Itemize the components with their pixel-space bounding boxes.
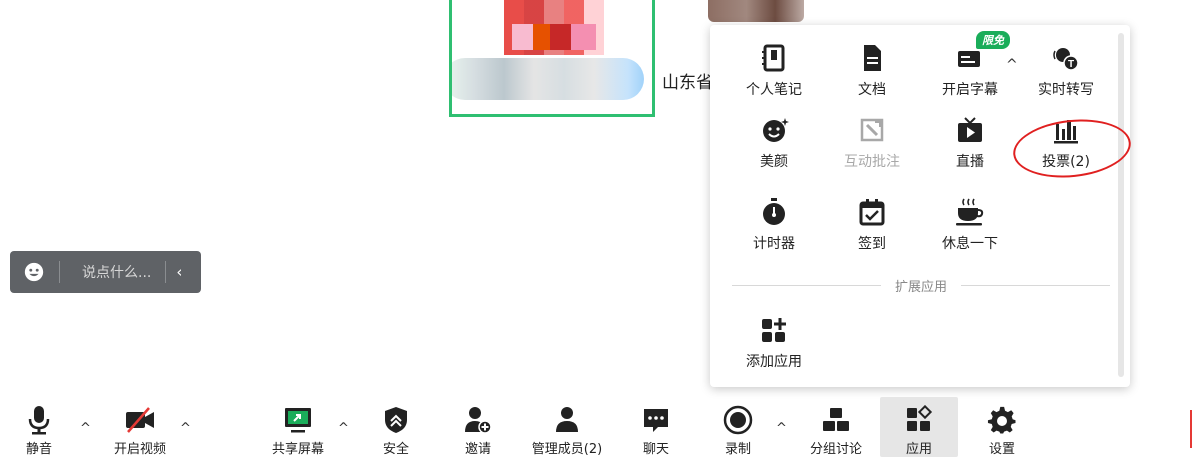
- toolbar-label: 邀请: [464, 442, 491, 457]
- apps-icon: [907, 405, 933, 431]
- add-app-icon: [762, 318, 786, 342]
- share-options-caret-icon[interactable]: ^: [338, 421, 349, 436]
- toolbar-label: 静音: [25, 442, 52, 457]
- app-captions[interactable]: 限免 开启字幕: [930, 31, 1010, 113]
- coffee-icon: [956, 198, 984, 226]
- security-button[interactable]: 安全: [372, 397, 420, 457]
- manage-members-button[interactable]: 管理成员(2): [524, 397, 610, 457]
- app-interactive-annotation: 互动批注: [832, 115, 912, 185]
- panel-scrollbar[interactable]: [1118, 33, 1124, 377]
- audio-options-caret-icon[interactable]: ^: [80, 421, 91, 436]
- microphone-icon: [28, 406, 50, 435]
- app-check-in[interactable]: 签到: [832, 197, 912, 267]
- chat-separator: [165, 261, 167, 283]
- video-options-caret-icon[interactable]: ^: [180, 421, 191, 436]
- emoji-icon[interactable]: [23, 261, 45, 283]
- app-documents[interactable]: 文档: [832, 43, 912, 113]
- toolbar-label: 分组讨论: [809, 442, 862, 457]
- app-label: 个人笔记: [746, 82, 802, 98]
- remote-participant-name: 山东省: [662, 73, 713, 93]
- toolbar-label: 安全: [382, 442, 409, 457]
- app-label: 添加应用: [746, 354, 802, 370]
- app-beauty[interactable]: 美颜: [734, 115, 814, 185]
- mute-button[interactable]: 静音: [14, 397, 64, 457]
- app-label: 实时转写: [1038, 82, 1094, 98]
- extension-apps-divider: 扩展应用: [732, 275, 1111, 295]
- add-person-icon: [465, 407, 492, 434]
- chat-bubble-icon: [644, 409, 668, 432]
- app-take-a-break[interactable]: 休息一下: [930, 197, 1010, 267]
- toolbar-label: 开启视频: [113, 442, 166, 457]
- app-livestream[interactable]: 直播: [930, 115, 1010, 185]
- app-live-transcription[interactable]: T 实时转写: [1026, 43, 1106, 113]
- svg-text:T: T: [1068, 59, 1074, 70]
- app-label: 计时器: [753, 236, 795, 252]
- toolbar-label: 管理成员(2): [531, 442, 603, 457]
- collapse-chevron-icon[interactable]: ‹: [176, 263, 182, 281]
- captions-options-caret-icon[interactable]: ^: [1006, 57, 1018, 73]
- invite-button[interactable]: 邀请: [454, 397, 502, 457]
- meeting-toolbar: 静音 ^ 开启视频 ^ 共享屏幕 ^ 安全 邀请 管理成员(2) 聊天 录制 ^…: [0, 397, 1194, 457]
- participant-thumbnail[interactable]: [708, 0, 804, 22]
- divider-line: [961, 284, 1111, 286]
- blurred-avatar-detail: [512, 24, 596, 50]
- apps-popup: 个人笔记 文档 限免 开启字幕 ^ T 实时转写 美颜 互动批注 直播 投票(2…: [710, 25, 1130, 387]
- section-title: 扩展应用: [895, 279, 948, 295]
- app-label: 休息一下: [942, 236, 998, 252]
- record-button[interactable]: 录制: [714, 397, 762, 457]
- beauty-icon: [763, 118, 789, 142]
- toolbar-label: 聊天: [642, 442, 669, 457]
- video-off-icon: [126, 407, 154, 433]
- app-label: 互动批注: [844, 154, 900, 170]
- app-label: 开启字幕: [942, 82, 998, 98]
- chat-input[interactable]: 说点什么...: [82, 262, 151, 282]
- toolbar-label: 设置: [988, 442, 1015, 457]
- app-label: 文档: [858, 82, 886, 98]
- app-label: 签到: [858, 236, 886, 252]
- edge-marker: [1190, 410, 1192, 448]
- record-options-caret-icon[interactable]: ^: [776, 421, 787, 436]
- document-icon: [864, 45, 881, 71]
- chat-button[interactable]: 聊天: [632, 397, 680, 457]
- shield-icon: [385, 407, 407, 433]
- apps-button[interactable]: 应用: [880, 397, 958, 457]
- annotate-icon: [860, 118, 884, 142]
- record-icon: [723, 405, 753, 435]
- share-screen-icon: [285, 408, 311, 433]
- app-personal-notes[interactable]: 个人笔记: [734, 43, 814, 113]
- app-label: 直播: [956, 154, 984, 170]
- timer-icon: [763, 198, 785, 225]
- live-icon: [958, 117, 982, 142]
- notebook-icon: [762, 44, 785, 72]
- transcribe-icon: T: [1053, 48, 1079, 71]
- free-badge: 限免: [976, 31, 1010, 49]
- members-icon: [556, 407, 578, 432]
- blurred-name-strip: [452, 58, 644, 100]
- chat-separator: [59, 261, 60, 283]
- toolbar-label: 应用: [905, 442, 932, 457]
- meeting-stage: 山东省 说点什么... ‹ 个人笔记 文档 限免 开启字幕 ^ T 实时转写 美…: [0, 0, 1194, 457]
- toolbar-label: 录制: [724, 442, 751, 457]
- start-video-button[interactable]: 开启视频: [104, 397, 176, 457]
- breakout-rooms-button[interactable]: 分组讨论: [800, 397, 872, 457]
- breakout-icon: [823, 408, 849, 431]
- toolbar-label: 共享屏幕: [271, 442, 324, 457]
- checkin-icon: [859, 199, 885, 226]
- divider-line: [732, 284, 881, 286]
- quick-chat-bar[interactable]: 说点什么... ‹: [10, 251, 201, 293]
- participant-video-tile[interactable]: [449, 0, 655, 117]
- settings-button[interactable]: 设置: [978, 397, 1026, 457]
- app-timer[interactable]: 计时器: [734, 197, 814, 267]
- share-screen-button[interactable]: 共享屏幕: [262, 397, 334, 457]
- app-label: 美颜: [760, 154, 788, 170]
- add-app-button[interactable]: 添加应用: [734, 315, 814, 385]
- gear-icon: [987, 406, 1016, 434]
